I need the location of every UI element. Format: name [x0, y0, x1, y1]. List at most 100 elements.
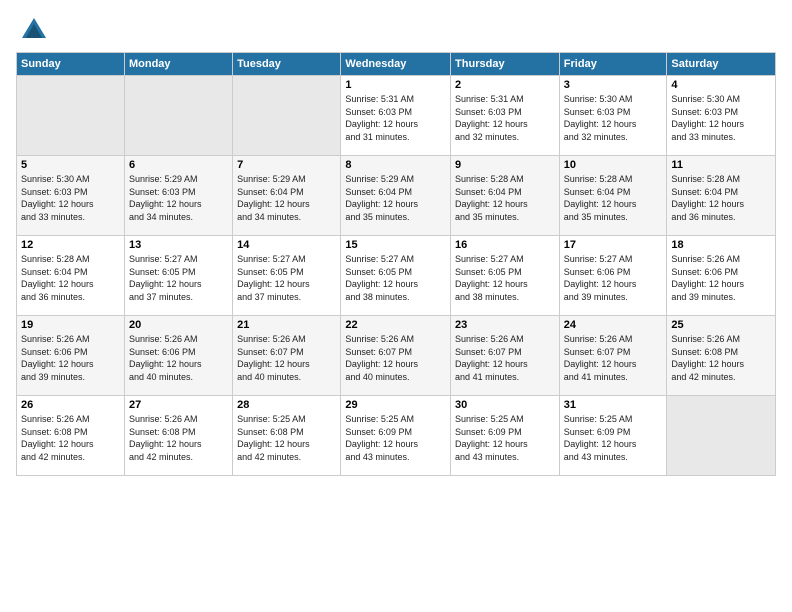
day-info: Sunrise: 5:30 AM Sunset: 6:03 PM Dayligh…	[671, 93, 771, 143]
calendar-cell: 10 Sunrise: 5:28 AM Sunset: 6:04 PM Dayli…	[559, 156, 667, 236]
day-number: 19	[21, 319, 120, 331]
day-number: 4	[671, 79, 771, 91]
day-number: 7	[237, 159, 336, 171]
day-number: 28	[237, 399, 336, 411]
calendar-cell	[667, 396, 776, 476]
day-number: 6	[129, 159, 228, 171]
calendar-cell: 24 Sunrise: 5:26 AM Sunset: 6:07 PM Dayli…	[559, 316, 667, 396]
day-info: Sunrise: 5:29 AM Sunset: 6:03 PM Dayligh…	[129, 173, 228, 223]
day-info: Sunrise: 5:28 AM Sunset: 6:04 PM Dayligh…	[455, 173, 555, 223]
calendar-cell: 9 Sunrise: 5:28 AM Sunset: 6:04 PM Daylig…	[451, 156, 560, 236]
calendar-cell: 19 Sunrise: 5:26 AM Sunset: 6:06 PM Dayli…	[17, 316, 125, 396]
day-number: 29	[345, 399, 446, 411]
logo	[16, 16, 48, 44]
day-number: 27	[129, 399, 228, 411]
calendar-cell: 4 Sunrise: 5:30 AM Sunset: 6:03 PM Daylig…	[667, 76, 776, 156]
day-info: Sunrise: 5:25 AM Sunset: 6:09 PM Dayligh…	[455, 413, 555, 463]
calendar-cell: 5 Sunrise: 5:30 AM Sunset: 6:03 PM Daylig…	[17, 156, 125, 236]
day-number: 1	[345, 79, 446, 91]
day-header-thursday: Thursday	[451, 53, 560, 76]
calendar-cell: 2Sunrise: 5:31 AM Sunset: 6:03 PM Daylig…	[451, 76, 560, 156]
day-info: Sunrise: 5:27 AM Sunset: 6:06 PM Dayligh…	[564, 253, 663, 303]
day-number: 31	[564, 399, 663, 411]
day-number: 12	[21, 239, 120, 251]
calendar-week-5: 26 Sunrise: 5:26 AM Sunset: 6:08 PM Dayli…	[17, 396, 776, 476]
calendar-cell: 12 Sunrise: 5:28 AM Sunset: 6:04 PM Dayli…	[17, 236, 125, 316]
day-number: 10	[564, 159, 663, 171]
calendar-cell: 8 Sunrise: 5:29 AM Sunset: 6:04 PM Daylig…	[341, 156, 451, 236]
day-number: 30	[455, 399, 555, 411]
day-number: 20	[129, 319, 228, 331]
day-info: Sunrise: 5:26 AM Sunset: 6:07 PM Dayligh…	[345, 333, 446, 383]
day-header-tuesday: Tuesday	[233, 53, 341, 76]
day-info: Sunrise: 5:28 AM Sunset: 6:04 PM Dayligh…	[21, 253, 120, 303]
day-info: Sunrise: 5:26 AM Sunset: 6:06 PM Dayligh…	[671, 253, 771, 303]
calendar-week-2: 5 Sunrise: 5:30 AM Sunset: 6:03 PM Daylig…	[17, 156, 776, 236]
day-number: 17	[564, 239, 663, 251]
calendar-cell: 29 Sunrise: 5:25 AM Sunset: 6:09 PM Dayli…	[341, 396, 451, 476]
calendar-cell: 7 Sunrise: 5:29 AM Sunset: 6:04 PM Daylig…	[233, 156, 341, 236]
calendar-week-1: 1 Sunrise: 5:31 AM Sunset: 6:03 PM Daylig…	[17, 76, 776, 156]
days-header-row: SundayMondayTuesdayWednesdayThursdayFrid…	[17, 53, 776, 76]
day-header-wednesday: Wednesday	[341, 53, 451, 76]
day-number: 3	[564, 79, 663, 91]
calendar-cell: 16 Sunrise: 5:27 AM Sunset: 6:05 PM Dayli…	[451, 236, 560, 316]
day-info: Sunrise: 5:26 AM Sunset: 6:06 PM Dayligh…	[129, 333, 228, 383]
calendar-cell: 3Sunrise: 5:30 AM Sunset: 6:03 PM Daylig…	[559, 76, 667, 156]
calendar-cell: 31 Sunrise: 5:25 AM Sunset: 6:09 PM Dayli…	[559, 396, 667, 476]
calendar-cell: 6 Sunrise: 5:29 AM Sunset: 6:03 PM Daylig…	[124, 156, 232, 236]
calendar-cell: 14 Sunrise: 5:27 AM Sunset: 6:05 PM Dayli…	[233, 236, 341, 316]
day-info: Sunrise: 5:29 AM Sunset: 6:04 PM Dayligh…	[345, 173, 446, 223]
day-number: 16	[455, 239, 555, 251]
day-number: 14	[237, 239, 336, 251]
day-info: Sunrise: 5:26 AM Sunset: 6:08 PM Dayligh…	[21, 413, 120, 463]
day-number: 26	[21, 399, 120, 411]
day-number: 25	[671, 319, 771, 331]
day-info: Sunrise: 5:25 AM Sunset: 6:09 PM Dayligh…	[345, 413, 446, 463]
day-header-sunday: Sunday	[17, 53, 125, 76]
day-number: 18	[671, 239, 771, 251]
day-info: Sunrise: 5:31 AM Sunset: 6:03 PM Dayligh…	[345, 93, 446, 143]
day-info: Sunrise: 5:28 AM Sunset: 6:04 PM Dayligh…	[564, 173, 663, 223]
calendar-cell: 18 Sunrise: 5:26 AM Sunset: 6:06 PM Dayli…	[667, 236, 776, 316]
day-number: 9	[455, 159, 555, 171]
calendar-cell: 22 Sunrise: 5:26 AM Sunset: 6:07 PM Dayli…	[341, 316, 451, 396]
day-info: Sunrise: 5:26 AM Sunset: 6:08 PM Dayligh…	[129, 413, 228, 463]
day-info: Sunrise: 5:27 AM Sunset: 6:05 PM Dayligh…	[237, 253, 336, 303]
day-info: Sunrise: 5:27 AM Sunset: 6:05 PM Dayligh…	[129, 253, 228, 303]
day-number: 8	[345, 159, 446, 171]
calendar-cell: 28 Sunrise: 5:25 AM Sunset: 6:08 PM Dayli…	[233, 396, 341, 476]
day-info: Sunrise: 5:26 AM Sunset: 6:07 PM Dayligh…	[237, 333, 336, 383]
calendar-cell: 23Sunrise: 5:26 AM Sunset: 6:07 PM Dayli…	[451, 316, 560, 396]
calendar-cell: 26 Sunrise: 5:26 AM Sunset: 6:08 PM Dayli…	[17, 396, 125, 476]
day-info: Sunrise: 5:26 AM Sunset: 6:07 PM Dayligh…	[455, 333, 555, 383]
day-info: Sunrise: 5:27 AM Sunset: 6:05 PM Dayligh…	[345, 253, 446, 303]
day-info: Sunrise: 5:26 AM Sunset: 6:07 PM Dayligh…	[564, 333, 663, 383]
calendar-cell: 30 Sunrise: 5:25 AM Sunset: 6:09 PM Dayli…	[451, 396, 560, 476]
day-info: Sunrise: 5:27 AM Sunset: 6:05 PM Dayligh…	[455, 253, 555, 303]
logo-icon	[20, 16, 48, 44]
day-number: 24	[564, 319, 663, 331]
day-number: 15	[345, 239, 446, 251]
day-header-monday: Monday	[124, 53, 232, 76]
day-header-saturday: Saturday	[667, 53, 776, 76]
day-info: Sunrise: 5:28 AM Sunset: 6:04 PM Dayligh…	[671, 173, 771, 223]
calendar-cell: 13Sunrise: 5:27 AM Sunset: 6:05 PM Dayli…	[124, 236, 232, 316]
page-header	[16, 16, 776, 44]
day-number: 21	[237, 319, 336, 331]
day-number: 11	[671, 159, 771, 171]
calendar-week-3: 12 Sunrise: 5:28 AM Sunset: 6:04 PM Dayli…	[17, 236, 776, 316]
day-number: 22	[345, 319, 446, 331]
day-info: Sunrise: 5:29 AM Sunset: 6:04 PM Dayligh…	[237, 173, 336, 223]
day-info: Sunrise: 5:31 AM Sunset: 6:03 PM Dayligh…	[455, 93, 555, 143]
calendar-cell: 27 Sunrise: 5:26 AM Sunset: 6:08 PM Dayli…	[124, 396, 232, 476]
calendar-cell: 20 Sunrise: 5:26 AM Sunset: 6:06 PM Dayli…	[124, 316, 232, 396]
day-number: 5	[21, 159, 120, 171]
day-info: Sunrise: 5:26 AM Sunset: 6:06 PM Dayligh…	[21, 333, 120, 383]
day-info: Sunrise: 5:30 AM Sunset: 6:03 PM Dayligh…	[21, 173, 120, 223]
calendar-cell	[233, 76, 341, 156]
day-info: Sunrise: 5:25 AM Sunset: 6:08 PM Dayligh…	[237, 413, 336, 463]
calendar-table: SundayMondayTuesdayWednesdayThursdayFrid…	[16, 52, 776, 476]
day-info: Sunrise: 5:25 AM Sunset: 6:09 PM Dayligh…	[564, 413, 663, 463]
calendar-week-4: 19 Sunrise: 5:26 AM Sunset: 6:06 PM Dayli…	[17, 316, 776, 396]
